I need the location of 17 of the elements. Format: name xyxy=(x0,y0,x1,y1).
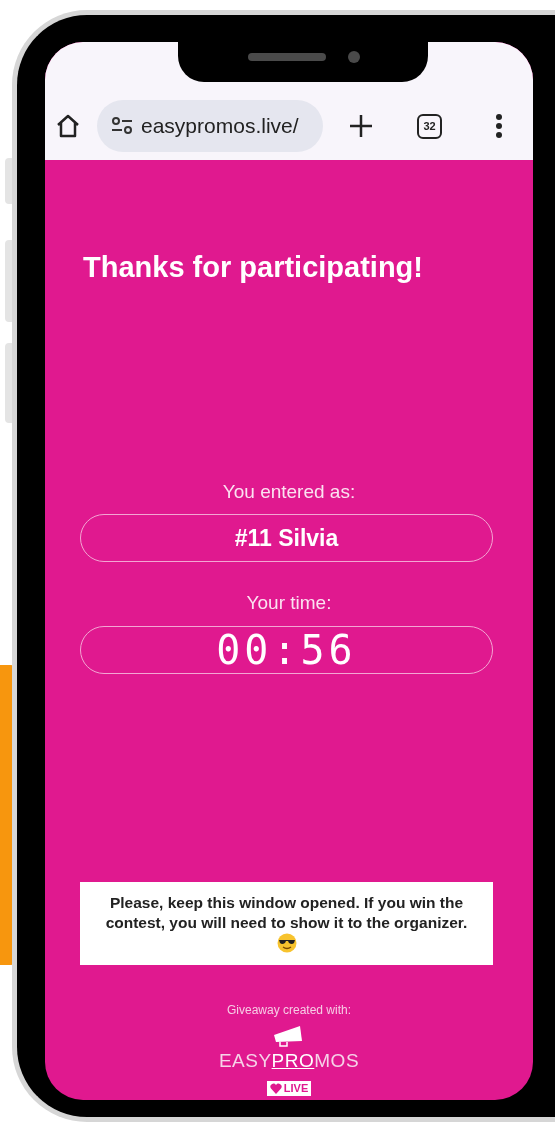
entry-label: You entered as: xyxy=(221,479,357,504)
credit-text: Giveaway created with: xyxy=(226,1001,352,1019)
notice-text: Please, keep this window opened. If you win the contest, you will need to show it to the organizer. xyxy=(105,893,468,931)
menu-icon[interactable] xyxy=(495,113,503,139)
tab-count[interactable]: 32 xyxy=(417,113,442,139)
home-icon[interactable] xyxy=(55,113,81,139)
page-title: Thanks for participating! xyxy=(83,250,424,285)
url-text: easypromos.live/ xyxy=(141,113,299,140)
tune-icon[interactable] xyxy=(111,117,133,135)
live-badge: LIVE xyxy=(266,1081,312,1097)
heart-icon xyxy=(269,1083,282,1095)
camera xyxy=(348,51,360,63)
time-label: Your time: xyxy=(245,591,333,615)
address-bar[interactable]: easypromos.live/ xyxy=(97,100,323,152)
sunglasses-face-icon xyxy=(276,932,297,953)
logo-text: EASYPROMOS xyxy=(218,1048,360,1073)
new-tab-icon[interactable] xyxy=(349,114,373,138)
